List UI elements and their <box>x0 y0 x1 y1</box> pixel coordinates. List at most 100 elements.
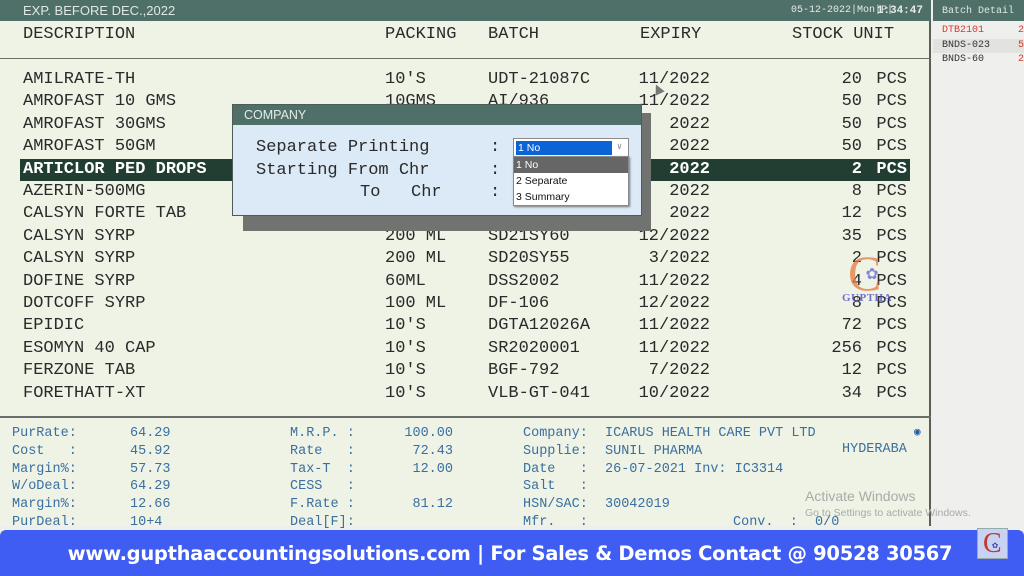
table-row[interactable]: FORETHATT-XT 10'S VLB-GT-041 10/2022 34 PCS <box>20 383 910 405</box>
company-dialog: COMPANY Separate Printing Starting From … <box>232 104 642 216</box>
item-packing: 10'S <box>385 338 426 358</box>
clock-display: 1:34:47 <box>876 5 923 17</box>
item-expiry: 11/2022 <box>638 271 710 291</box>
column-header-stock-unit: STOCK UNIT <box>792 25 895 44</box>
item-description: ARTICLOR PED DROPS <box>23 159 207 179</box>
batch-detail-panel: Batch Detail DTB2101 2 BNDS-023 5 BNDS-60 2 <box>933 0 1024 526</box>
promo-footer-banner: www.gupthaaccountingsolutions.com | For … <box>0 528 1024 576</box>
item-stock: 8 <box>851 182 862 201</box>
column-header-batch: BATCH <box>488 25 540 44</box>
item-description: ESOMYN 40 CAP <box>23 338 156 358</box>
item-stock: 50 <box>841 114 862 134</box>
item-expiry: 11/2022 <box>638 70 710 89</box>
conv-label: Conv. : <box>733 515 798 530</box>
info-value: 64.29 <box>130 479 171 495</box>
item-unit: PCS <box>876 271 907 291</box>
item-unit: PCS <box>876 249 907 269</box>
info-label: PurRate: <box>12 426 77 441</box>
item-batch: SR2020001 <box>488 338 580 358</box>
info-label: Salt : <box>523 479 588 495</box>
batch-detail-title: Batch Detail <box>933 0 1024 21</box>
batch-item[interactable]: BNDS-023 5 <box>933 39 1024 53</box>
item-description: AMROFAST 30GMS <box>23 114 166 134</box>
item-batch: SD20SY55 <box>488 249 570 269</box>
item-unit: PCS <box>876 137 907 157</box>
item-description: AZERIN-500MG <box>23 182 146 201</box>
item-unit: PCS <box>876 361 907 381</box>
table-row[interactable]: CALSYN SYRP 200 ML SD20SY55 3/2022 2 PCS <box>20 248 910 270</box>
item-stock: 20 <box>841 70 862 89</box>
colon: : <box>490 138 501 157</box>
info-value: ICARUS HEALTH CARE PVT LTD <box>605 426 816 441</box>
table-row[interactable]: DOFINE SYRP 60ML DSS2002 11/2022 4 PCS <box>20 271 910 293</box>
table-row[interactable]: ESOMYN 40 CAP 10'S SR2020001 11/2022 256 PCS <box>20 338 910 360</box>
table-row[interactable]: DOTCOFF SYRP 100 ML DF-106 12/2022 8 PCS <box>20 293 910 315</box>
report-title: EXP. BEFORE DEC.,2022 <box>23 3 176 18</box>
item-unit: PCS <box>876 114 907 134</box>
item-unit: PCS <box>876 182 907 201</box>
selected-value: 1 No <box>516 141 612 155</box>
info-label: PurDeal: <box>12 515 77 530</box>
item-unit: PCS <box>876 226 907 246</box>
info-value: 64.29 <box>130 426 171 441</box>
item-batch: DF-106 <box>488 294 550 313</box>
separate-printing-select[interactable]: 1 No ∨ <box>513 138 629 157</box>
item-expiry: 2022 <box>669 159 710 179</box>
select-options-list: 1 No 2 Separate 3 Summary <box>513 156 629 206</box>
item-stock: 12 <box>841 361 862 381</box>
colon: : <box>490 161 501 180</box>
item-description: FERZONE TAB <box>23 361 136 381</box>
item-packing: 10'S <box>385 316 426 336</box>
info-label: Margin%: <box>12 461 77 477</box>
item-description: AMROFAST 10 GMS <box>23 92 177 112</box>
item-expiry: 11/2022 <box>638 92 710 112</box>
item-stock: 2 <box>851 249 862 269</box>
info-label: Supplie: <box>523 443 588 459</box>
option-separate[interactable]: 2 Separate <box>514 173 628 189</box>
info-label: Rate : <box>290 443 355 459</box>
item-unit: PCS <box>876 316 907 336</box>
activate-subtitle: Go to Settings to activate Windows. <box>805 507 971 519</box>
item-description: DOTCOFF SYRP <box>23 294 146 313</box>
info-label: W/oDeal: <box>12 479 77 495</box>
header-divider <box>0 58 931 59</box>
item-batch: BGF-792 <box>488 361 560 381</box>
info-label: F.Rate : <box>290 497 355 513</box>
table-row[interactable]: EPIDIC 10'S DGTA12026A 11/2022 72 PCS <box>20 315 910 337</box>
item-stock: 2 <box>851 159 862 179</box>
starting-from-label: Starting From Chr <box>256 161 430 180</box>
item-description: EPIDIC <box>23 316 85 336</box>
colon: : <box>490 183 501 202</box>
info-label: M.R.P. : <box>290 426 355 441</box>
info-label: Deal[F]: <box>290 515 355 530</box>
chevron-down-icon[interactable]: ∨ <box>612 140 627 155</box>
item-description: AMROFAST 50GM <box>23 137 156 157</box>
item-description: CALSYN SYRP <box>23 249 136 269</box>
item-batch: DSS2002 <box>488 271 560 291</box>
item-stock: 34 <box>841 383 862 403</box>
info-value: 10+4 <box>130 515 163 530</box>
batch-item[interactable]: DTB2101 2 <box>933 24 1024 38</box>
item-packing: 100 ML <box>385 294 447 313</box>
item-packing: 200 ML <box>385 249 447 269</box>
batch-item[interactable]: BNDS-60 2 <box>933 53 1024 67</box>
table-row[interactable]: FERZONE TAB 10'S BGF-792 7/2022 12 PCS <box>20 360 910 382</box>
item-description: FORETHATT-XT <box>23 383 146 403</box>
item-packing: 10'S <box>385 70 426 89</box>
column-header-description: DESCRIPTION <box>23 25 136 44</box>
to-chr-label: To Chr <box>360 183 442 202</box>
dialog-title: COMPANY <box>233 105 641 125</box>
item-batch: DGTA12026A <box>488 316 591 336</box>
table-row[interactable]: AMILRATE-TH 10'S UDT-21087C 11/2022 20 PCS <box>20 69 910 91</box>
info-label: CESS : <box>290 479 355 495</box>
item-expiry: 11/2022 <box>638 316 710 336</box>
option-no[interactable]: 1 No <box>514 157 628 173</box>
info-value: 30042019 <box>605 497 670 513</box>
info-divider <box>0 416 931 418</box>
title-bar: EXP. BEFORE DEC.,2022 05-12-2022|Mon|P| … <box>0 0 931 21</box>
info-label: Tax-T : <box>290 461 355 477</box>
info-label: Margin%: <box>12 497 77 513</box>
info-label: Date : <box>523 461 588 477</box>
item-expiry: 2022 <box>669 204 710 224</box>
option-summary[interactable]: 3 Summary <box>514 189 628 205</box>
